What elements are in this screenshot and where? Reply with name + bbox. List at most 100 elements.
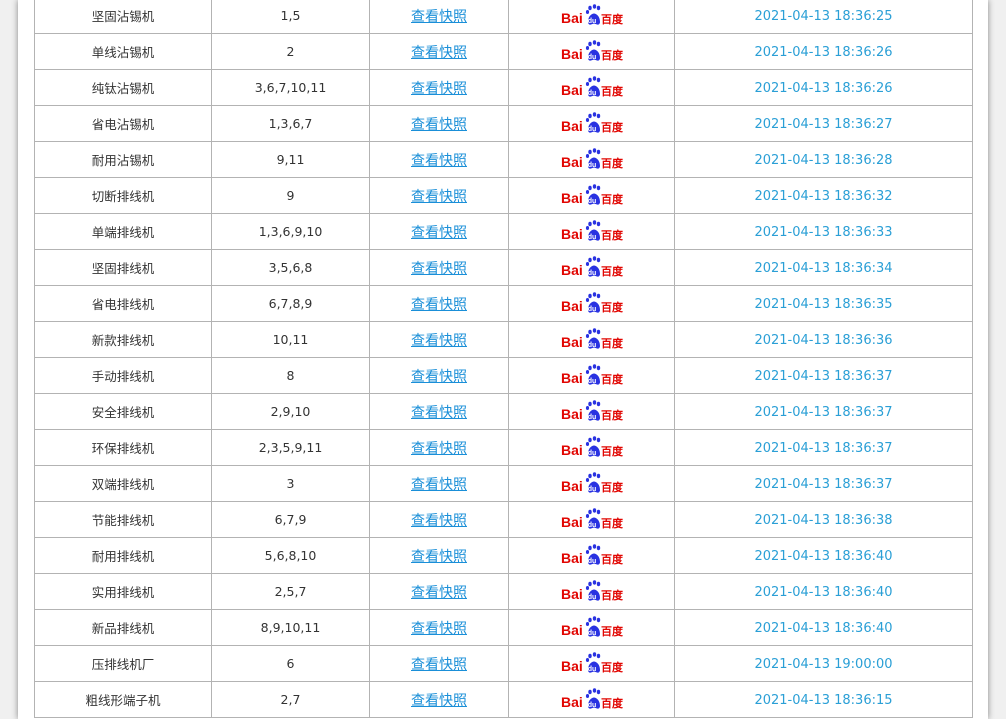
view-snapshot-link[interactable]: 查看快照: [411, 261, 467, 277]
keyword-cell: 新款排线机: [34, 321, 212, 358]
keyword-text: 单线沾锡机: [91, 45, 155, 60]
engine-cell: Bai du 百度: [508, 609, 675, 646]
svg-text:百度: 百度: [601, 696, 623, 710]
view-snapshot-link[interactable]: 查看快照: [411, 441, 467, 457]
snapshot-cell: 查看快照: [369, 393, 509, 430]
view-snapshot-link[interactable]: 查看快照: [411, 513, 467, 529]
rank-positions: 1,3,6,7: [268, 116, 313, 131]
engine-cell: Bai du 百度: [508, 573, 675, 610]
view-snapshot-link[interactable]: 查看快照: [411, 369, 467, 385]
snapshot-cell: 查看快照: [369, 69, 509, 106]
check-time: 2021-04-13 18:36:37: [754, 404, 893, 420]
snapshot-cell: 查看快照: [369, 681, 509, 718]
baidu-logo-icon: Bai du 百度: [561, 435, 623, 461]
view-snapshot-link[interactable]: 查看快照: [411, 81, 467, 97]
svg-text:du: du: [587, 342, 596, 349]
keyword-text: 新品排线机: [91, 621, 155, 636]
table-row: 坚固沾锡机 1,5 查看快照 Bai du 百度 2021-04-13 18:3…: [34, 0, 973, 34]
rank-positions: 2,3,5,9,11: [258, 440, 323, 455]
check-time: 2021-04-13 18:36:26: [754, 80, 893, 96]
baidu-logo-icon: Bai du 百度: [561, 255, 623, 281]
rank-cell: 5,6,8,10: [211, 537, 370, 574]
svg-text:du: du: [587, 522, 596, 529]
baidu-logo-icon: Bai du 百度: [561, 687, 623, 713]
ranking-table: 坚固沾锡机 1,5 查看快照 Bai du 百度 2021-04-13 18:3…: [34, 0, 973, 718]
view-snapshot-link[interactable]: 查看快照: [411, 225, 467, 241]
rank-cell: 10,11: [211, 321, 370, 358]
svg-text:百度: 百度: [601, 300, 623, 314]
keyword-cell: 省电沾锡机: [34, 105, 212, 142]
svg-text:du: du: [587, 666, 596, 673]
keyword-cell: 安全排线机: [34, 393, 212, 430]
keyword-cell: 切断排线机: [34, 177, 212, 214]
svg-text:百度: 百度: [601, 156, 623, 170]
svg-text:Bai: Bai: [561, 46, 583, 62]
engine-cell: Bai du 百度: [508, 321, 675, 358]
snapshot-cell: 查看快照: [369, 537, 509, 574]
check-time: 2021-04-13 18:36:25: [754, 8, 893, 24]
snapshot-cell: 查看快照: [369, 33, 509, 70]
check-time: 2021-04-13 18:36:40: [754, 620, 893, 636]
keyword-cell: 新品排线机: [34, 609, 212, 646]
rank-cell: 9,11: [211, 141, 370, 178]
svg-text:Bai: Bai: [561, 694, 583, 710]
keyword-text: 耐用排线机: [91, 549, 155, 564]
keyword-cell: 粗线形端子机: [34, 681, 212, 718]
baidu-logo-icon: Bai du 百度: [561, 399, 623, 425]
engine-cell: Bai du 百度: [508, 465, 675, 502]
svg-text:百度: 百度: [601, 84, 623, 98]
snapshot-cell: 查看快照: [369, 249, 509, 286]
view-snapshot-link[interactable]: 查看快照: [411, 585, 467, 601]
svg-text:du: du: [587, 306, 596, 313]
view-snapshot-link[interactable]: 查看快照: [411, 117, 467, 133]
rank-positions: 1,5: [280, 8, 301, 23]
svg-text:du: du: [587, 162, 596, 169]
view-snapshot-link[interactable]: 查看快照: [411, 333, 467, 349]
rank-cell: 1,3,6,7: [211, 105, 370, 142]
table-row: 切断排线机 9 查看快照 Bai du 百度 2021-04-13 18:36:…: [34, 177, 973, 214]
svg-text:百度: 百度: [601, 624, 623, 638]
rank-cell: 6,7,9: [211, 501, 370, 538]
view-snapshot-link[interactable]: 查看快照: [411, 189, 467, 205]
view-snapshot-link[interactable]: 查看快照: [411, 297, 467, 313]
view-snapshot-link[interactable]: 查看快照: [411, 693, 467, 709]
time-cell: 2021-04-13 18:36:33: [674, 213, 973, 250]
view-snapshot-link[interactable]: 查看快照: [411, 153, 467, 169]
view-snapshot-link[interactable]: 查看快照: [411, 477, 467, 493]
time-cell: 2021-04-13 18:36:28: [674, 141, 973, 178]
table-row: 单线沾锡机 2 查看快照 Bai du 百度 2021-04-13 18:36:…: [34, 33, 973, 70]
view-snapshot-link[interactable]: 查看快照: [411, 45, 467, 61]
keyword-cell: 耐用排线机: [34, 537, 212, 574]
check-time: 2021-04-13 18:36:34: [754, 260, 893, 276]
baidu-logo-icon: Bai du 百度: [561, 219, 623, 245]
svg-text:百度: 百度: [601, 192, 623, 206]
baidu-logo-icon: Bai du 百度: [561, 327, 623, 353]
table-row: 省电沾锡机 1,3,6,7 查看快照 Bai du 百度 2021-04-13 …: [34, 105, 973, 142]
view-snapshot-link[interactable]: 查看快照: [411, 9, 467, 25]
rank-cell: 6: [211, 645, 370, 682]
rank-cell: 8,9,10,11: [211, 609, 370, 646]
svg-text:百度: 百度: [601, 516, 623, 530]
page-frame: 坚固沾锡机 1,5 查看快照 Bai du 百度 2021-04-13 18:3…: [18, 0, 988, 719]
view-snapshot-link[interactable]: 查看快照: [411, 657, 467, 673]
check-time: 2021-04-13 18:36:36: [754, 332, 893, 348]
keyword-cell: 双端排线机: [34, 465, 212, 502]
rank-positions: 3,6,7,10,11: [254, 80, 327, 95]
snapshot-cell: 查看快照: [369, 501, 509, 538]
engine-cell: Bai du 百度: [508, 537, 675, 574]
table-row: 新款排线机 10,11 查看快照 Bai du 百度 2021-04-13 18…: [34, 321, 973, 358]
engine-cell: Bai du 百度: [508, 177, 675, 214]
view-snapshot-link[interactable]: 查看快照: [411, 621, 467, 637]
view-snapshot-link[interactable]: 查看快照: [411, 549, 467, 565]
view-snapshot-link[interactable]: 查看快照: [411, 405, 467, 421]
svg-text:du: du: [587, 234, 596, 241]
snapshot-cell: 查看快照: [369, 465, 509, 502]
time-cell: 2021-04-13 18:36:34: [674, 249, 973, 286]
baidu-logo-icon: Bai du 百度: [561, 3, 623, 29]
rank-positions: 5,6,8,10: [264, 548, 317, 563]
keyword-text: 坚固排线机: [91, 261, 155, 276]
time-cell: 2021-04-13 18:36:40: [674, 537, 973, 574]
snapshot-cell: 查看快照: [369, 645, 509, 682]
table-row: 节能排线机 6,7,9 查看快照 Bai du 百度 2021-04-13 18…: [34, 501, 973, 538]
rank-cell: 2,5,7: [211, 573, 370, 610]
